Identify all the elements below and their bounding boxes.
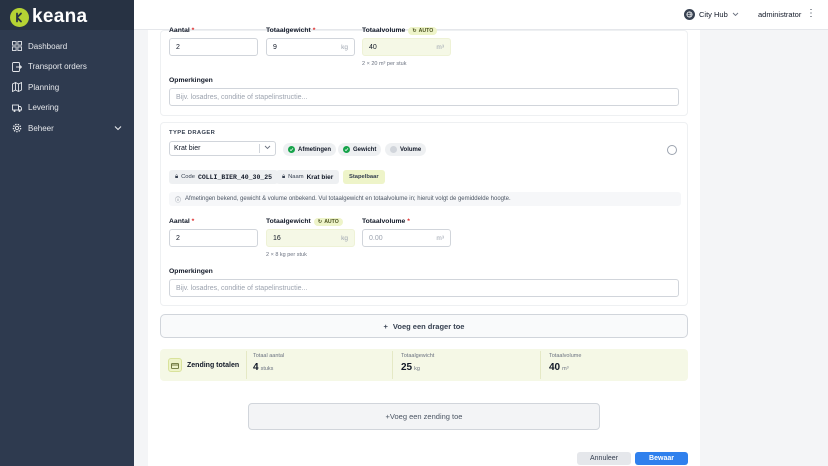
app-logo[interactable]: keana bbox=[10, 6, 87, 28]
sidebar: keana Dashboard Transport orders Plannin… bbox=[0, 0, 134, 466]
cancel-button[interactable]: Annuleer bbox=[577, 452, 631, 465]
gewicht-hint: 2 × 8 kg per stuk bbox=[266, 252, 307, 258]
logo-text: keana bbox=[32, 6, 88, 27]
sidebar-item-label: Dashboard bbox=[28, 41, 68, 51]
chip-volume[interactable]: Volume bbox=[385, 143, 427, 156]
volume-input[interactable]: 40 m³ bbox=[362, 38, 451, 56]
total-volume: Totaalvolume 40 m³ bbox=[549, 353, 582, 373]
auto-badge: ↻ AUTO bbox=[408, 27, 438, 35]
box-icon bbox=[168, 358, 182, 372]
total-gewicht: Totaalgewicht 25 kg bbox=[401, 353, 435, 373]
volume-hint: 2 × 20 m³ per stuk bbox=[362, 61, 407, 67]
add-drager-button[interactable]: + Voeg een drager toe bbox=[160, 314, 688, 338]
info-banner: ⓘ Afmetingen bekend, gewicht & volume onb… bbox=[169, 192, 681, 206]
check-icon bbox=[288, 146, 295, 153]
aantal-input[interactable]: 2 bbox=[169, 38, 258, 56]
totals-title: Zending totalen bbox=[168, 358, 239, 372]
add-zending-button[interactable]: +Voeg een zending toe bbox=[248, 403, 600, 430]
save-button[interactable]: Bewaar bbox=[635, 452, 688, 465]
volume-label: Totaalvolume ↻ AUTO bbox=[362, 27, 438, 35]
hub-name: City Hub bbox=[699, 10, 728, 19]
chevron-down-icon bbox=[732, 10, 739, 19]
sidebar-item-transport-orders[interactable]: Transport orders bbox=[0, 57, 134, 78]
plus-icon: + bbox=[383, 321, 388, 331]
type-drager-title: TYPE DRAGER bbox=[169, 130, 216, 136]
grid-icon bbox=[12, 41, 22, 52]
volume-input[interactable]: 0.00 m³ bbox=[362, 229, 451, 247]
gewicht-input[interactable]: 9 kg bbox=[266, 38, 355, 56]
exit-icon bbox=[12, 61, 22, 72]
kebab-menu-icon[interactable]: ⋮ bbox=[806, 8, 816, 19]
opmerkingen-label: Opmerkingen bbox=[169, 77, 213, 84]
map-icon bbox=[12, 82, 22, 93]
gewicht-label: Totaalgewicht * bbox=[266, 27, 316, 34]
sidebar-item-planning[interactable]: Planning bbox=[0, 77, 134, 98]
type-drager-select[interactable]: Krat bier bbox=[169, 141, 276, 156]
sidebar-item-label: Transport orders bbox=[28, 62, 87, 72]
truck-icon bbox=[12, 103, 22, 113]
aantal-label: Aantal * bbox=[169, 218, 195, 225]
opmerkingen-input[interactable]: Bijv. losadres, conditie of stapelinstru… bbox=[169, 279, 679, 297]
stapelbaar-tag: Stapelbaar bbox=[343, 170, 385, 184]
check-icon bbox=[343, 146, 350, 153]
topbar: City Hub administrator ⋮ bbox=[134, 0, 828, 30]
sidebar-item-levering[interactable]: Levering bbox=[0, 98, 134, 119]
remove-carrier-icon[interactable] bbox=[667, 145, 677, 155]
total-aantal: Totaal aantal 4 stuks bbox=[253, 353, 285, 373]
chip-afmetingen[interactable]: Afmetingen bbox=[283, 143, 336, 156]
user-name[interactable]: administrator bbox=[758, 10, 801, 19]
naam-tag: 🔒︎ Naam Krat bier bbox=[276, 170, 340, 184]
chip-gewicht[interactable]: Gewicht bbox=[338, 143, 382, 156]
aantal-label: Aantal * bbox=[169, 27, 195, 34]
code-tag: 🔒︎ Code COLLI_BIER_40_30_25 bbox=[169, 170, 279, 184]
sidebar-item-dashboard[interactable]: Dashboard bbox=[0, 36, 134, 57]
sidebar-item-label: Beheer bbox=[28, 123, 54, 133]
gear-icon bbox=[12, 123, 22, 133]
opmerkingen-input[interactable]: Bijv. losadres, conditie of stapelinstru… bbox=[169, 88, 679, 106]
chevron-down-icon bbox=[264, 145, 271, 152]
sidebar-nav: Dashboard Transport orders Planning Leve… bbox=[0, 36, 134, 139]
lock-icon: 🔒︎ bbox=[175, 173, 179, 180]
hub-icon bbox=[684, 9, 695, 20]
auto-badge: ↻ AUTO bbox=[313, 218, 343, 226]
chevron-down-icon bbox=[114, 124, 122, 133]
volume-label: Totaalvolume * bbox=[362, 218, 410, 225]
aantal-input[interactable]: 2 bbox=[169, 229, 258, 247]
sidebar-item-label: Levering bbox=[28, 103, 59, 113]
sidebar-item-beheer[interactable]: Beheer bbox=[0, 118, 134, 139]
logo-mark-icon bbox=[10, 7, 29, 27]
zending-totalen: Zending totalen Totaal aantal 4 stuks Tot… bbox=[160, 349, 688, 381]
lock-icon: 🔒︎ bbox=[282, 173, 286, 180]
gewicht-input[interactable]: 16 kg bbox=[266, 229, 355, 247]
info-icon: ⓘ bbox=[175, 197, 182, 204]
unchecked-icon bbox=[390, 146, 397, 153]
sidebar-item-label: Planning bbox=[28, 82, 60, 92]
gewicht-label: Totaalgewicht ↻ AUTO bbox=[266, 218, 343, 226]
opmerkingen-label: Opmerkingen bbox=[169, 268, 213, 275]
hub-selector[interactable]: City Hub bbox=[684, 9, 739, 20]
